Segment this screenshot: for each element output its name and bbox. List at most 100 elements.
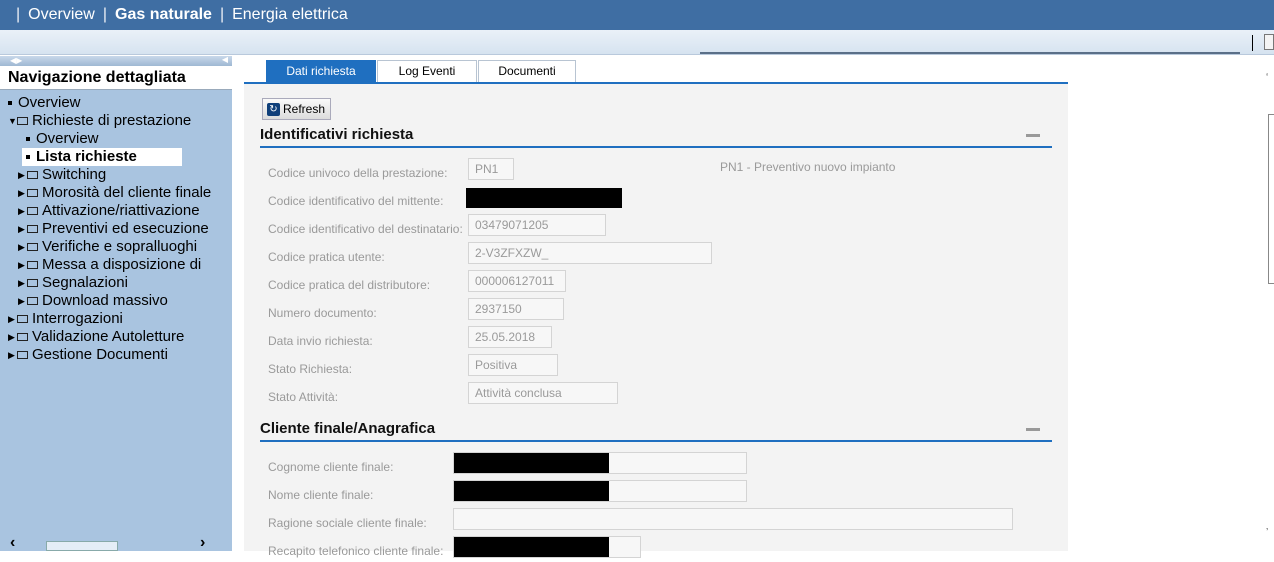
form-row: Recapito telefonico cliente finale:: [268, 540, 443, 562]
collapsed-arrow-icon[interactable]: ▶: [18, 184, 26, 202]
collapsed-arrow-icon[interactable]: ▶: [8, 346, 16, 364]
form-row: Codice pratica del distributore:: [268, 274, 430, 296]
form-row: Codice univoco della prestazione:: [268, 162, 447, 184]
tree-item-label: Overview: [36, 130, 99, 147]
tree-item-verifiche[interactable]: ▶ Verifiche e sopralluoghi: [0, 238, 232, 256]
nav-separator: |: [102, 6, 107, 23]
tree-item-interrogazioni[interactable]: ▶ Interrogazioni: [0, 310, 232, 328]
numero-documento-field[interactable]: 2937150: [468, 298, 564, 320]
field-label: Codice pratica del distributore:: [268, 278, 431, 292]
codice-pratica-utente-field[interactable]: 2-V3ZFXZW_: [468, 242, 712, 264]
form-row: Cognome cliente finale:: [268, 456, 393, 478]
folder-icon: [17, 117, 28, 125]
field-label: Cognome cliente finale:: [268, 460, 394, 474]
redacted-value: [454, 537, 609, 557]
horizontal-scrollbar[interactable]: ‹ ›: [0, 534, 232, 551]
collapse-arrows-icon[interactable]: ◀▶: [10, 56, 22, 65]
tree-item-overview[interactable]: Overview: [0, 94, 232, 112]
scroll-right-icon[interactable]: ›: [200, 534, 205, 551]
collapse-icon[interactable]: [1026, 134, 1040, 137]
bullet-icon: [26, 137, 30, 141]
folder-icon: [27, 225, 38, 233]
scrollbar-thumb[interactable]: [46, 541, 118, 551]
nav-gas-naturale[interactable]: Gas naturale: [115, 6, 212, 24]
tree-item-label: Morosità del cliente finale: [42, 184, 212, 201]
collapsed-arrow-icon[interactable]: ▶: [18, 238, 26, 256]
tree-item-overview-sub[interactable]: Overview: [0, 130, 232, 148]
tree-item-segnalazioni[interactable]: ▶ Segnalazioni: [0, 274, 232, 292]
field-label: Codice pratica utente:: [268, 250, 385, 264]
data-invio-field[interactable]: 25.05.2018: [468, 326, 552, 348]
nav-energia-elettrica[interactable]: Energia elettrica: [232, 6, 348, 24]
collapse-left-icon[interactable]: ◀: [222, 56, 228, 64]
document-icon[interactable]: [1264, 34, 1274, 50]
tree-item-morosita[interactable]: ▶ Morosità del cliente finale: [0, 184, 232, 202]
redacted-value: [454, 481, 609, 501]
section-header-cliente-finale: Cliente finale/Anagrafica: [260, 418, 1052, 442]
nav-separator: |: [219, 6, 225, 23]
form-row: Codice identificativo del destinatario:: [268, 218, 463, 240]
folder-icon: [27, 243, 38, 251]
sidebar-handle[interactable]: ◀▶ ◀: [0, 56, 232, 66]
folder-icon: [27, 297, 38, 305]
section-header-identificativi: Identificativi richiesta: [260, 124, 1052, 148]
sidebar: ◀▶ ◀ Navigazione dettagliata Overview ▼ R…: [0, 56, 232, 551]
form-row: Nome cliente finale:: [268, 484, 373, 506]
collapsed-arrow-icon[interactable]: ▶: [18, 166, 26, 184]
tree-item-preventivi[interactable]: ▶ Preventivi ed esecuzione: [0, 220, 232, 238]
stato-richiesta-field[interactable]: Positiva: [468, 354, 558, 376]
collapsed-arrow-icon[interactable]: ▶: [18, 292, 26, 310]
tree-item-label: Interrogazioni: [32, 310, 123, 327]
tree-item-label: Preventivi ed esecuzione: [42, 220, 209, 237]
codice-pratica-distributore-field[interactable]: 000006127011: [468, 270, 566, 292]
collapsed-arrow-icon[interactable]: ▶: [8, 310, 16, 328]
tree-item-label: Verifiche e sopralluoghi: [42, 238, 198, 255]
field-label: Numero documento:: [268, 306, 377, 320]
form-row: Ragione sociale cliente finale:: [268, 512, 427, 534]
right-panel-edge: [1268, 114, 1274, 284]
scroll-left-icon[interactable]: ‹: [10, 534, 15, 551]
tab-log-eventi[interactable]: Log Eventi: [377, 60, 477, 82]
stato-attivita-field[interactable]: Attività conclusa: [468, 382, 618, 404]
sub-toolbar: [0, 30, 1274, 55]
tree-item-label: Segnalazioni: [42, 274, 128, 291]
codice-destinatario-field[interactable]: 03479071205: [468, 214, 606, 236]
tab-bar: Dati richiesta Log Eventi Documenti: [266, 60, 577, 82]
tree-item-attivazione[interactable]: ▶ Attivazione/riattivazione: [0, 202, 232, 220]
tree-item-richieste-di-prestazione[interactable]: ▼ Richieste di prestazione: [0, 112, 232, 130]
refresh-icon: ↻: [267, 102, 280, 116]
tree-item-validazione-autoletture[interactable]: ▶ Validazione Autoletture: [0, 328, 232, 346]
expanded-arrow-icon[interactable]: ▼: [8, 112, 17, 130]
divider: [1252, 35, 1253, 51]
folder-icon: [27, 189, 38, 197]
collapsed-arrow-icon[interactable]: ▶: [8, 328, 16, 346]
folder-icon: [17, 333, 28, 341]
nav-overview[interactable]: Overview: [28, 6, 95, 24]
collapsed-arrow-icon[interactable]: ▶: [18, 202, 26, 220]
refresh-label: Refresh: [283, 102, 326, 116]
collapsed-arrow-icon[interactable]: ▶: [18, 256, 26, 274]
tree-item-switching[interactable]: ▶ Switching: [0, 166, 232, 184]
scroll-marker-icon: ’: [1266, 527, 1269, 538]
collapse-icon[interactable]: [1026, 428, 1040, 431]
refresh-button[interactable]: ↻ Refresh: [262, 98, 332, 120]
form-row: Data invio richiesta:: [268, 330, 373, 352]
field-label: Codice identificativo del destinatario:: [268, 222, 463, 236]
ragione-sociale-field[interactable]: [453, 508, 1013, 530]
form-row: Codice identificativo del mittente:: [268, 190, 443, 212]
codice-prestazione-field[interactable]: PN1: [468, 158, 514, 180]
collapsed-arrow-icon[interactable]: ▶: [18, 220, 26, 238]
tree-item-gestione-documenti[interactable]: ▶ Gestione Documenti: [0, 346, 232, 364]
tab-documenti[interactable]: Documenti: [478, 60, 576, 82]
tree-item-label: Download massivo: [42, 292, 168, 309]
tab-dati-richiesta[interactable]: Dati richiesta: [266, 60, 376, 82]
tree-item-download-massivo[interactable]: ▶ Download massivo: [0, 292, 232, 310]
field-label: Data invio richiesta:: [268, 334, 373, 348]
tree-item-messa-a-disposizione[interactable]: ▶ Messa a disposizione di: [0, 256, 232, 274]
collapsed-arrow-icon[interactable]: ▶: [18, 274, 26, 292]
redacted-value: [454, 453, 609, 473]
bullet-icon: [8, 101, 12, 105]
form-row: Numero documento:: [268, 302, 377, 324]
tree-item-lista-richieste[interactable]: Lista richieste: [22, 148, 182, 166]
form-row: Stato Richiesta:: [268, 358, 352, 380]
